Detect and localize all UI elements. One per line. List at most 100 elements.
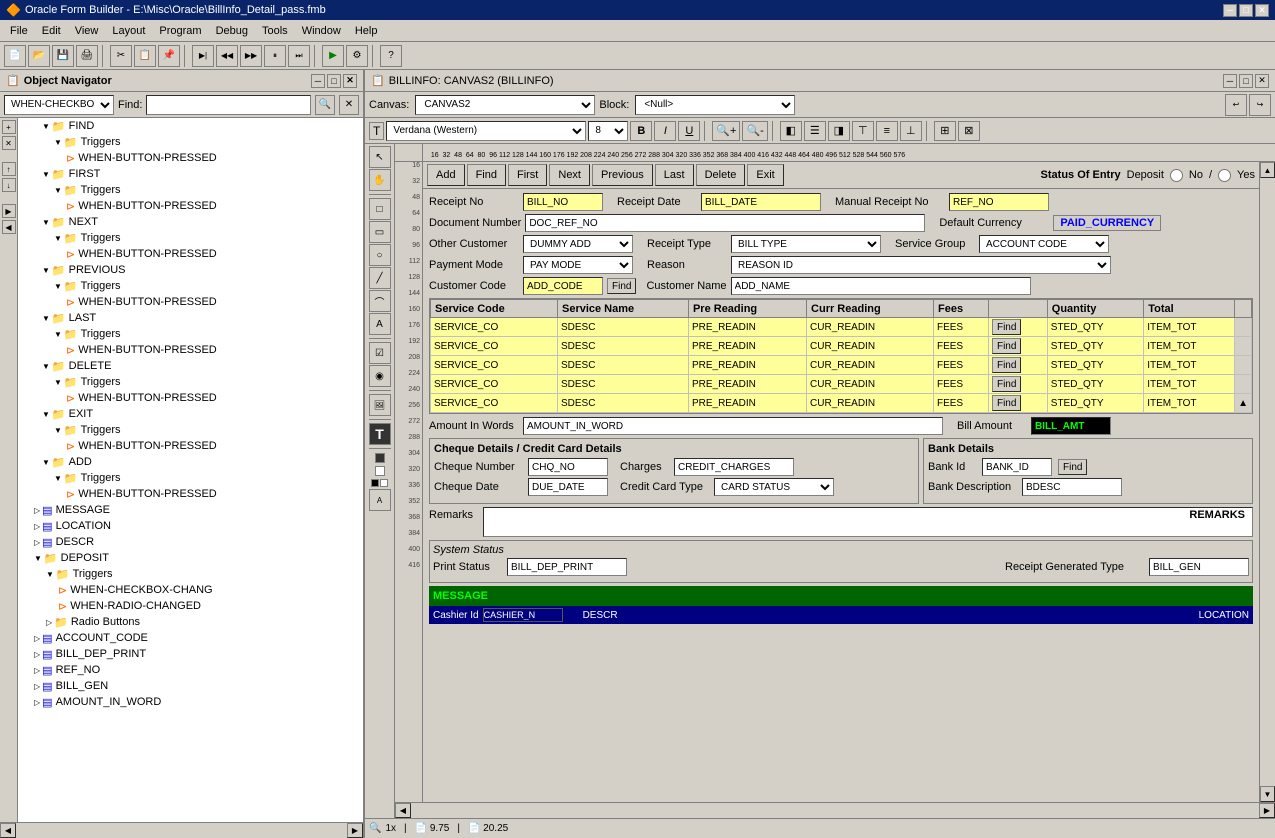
svc-name-4[interactable]: SDESC bbox=[557, 375, 688, 394]
tree-item-deposit[interactable]: ▼ 📁 DEPOSIT bbox=[18, 550, 363, 566]
fees-4[interactable]: FEES bbox=[933, 375, 988, 394]
svc-code-3[interactable]: SERVICE_CO bbox=[431, 356, 558, 375]
amount-in-words-field[interactable] bbox=[523, 417, 943, 435]
color-tool-2[interactable] bbox=[375, 466, 385, 476]
canvas-select[interactable]: CANVAS2 bbox=[415, 95, 595, 115]
svc-code-1[interactable]: SERVICE_CO bbox=[431, 318, 558, 337]
line-tool[interactable]: ╱ bbox=[369, 267, 391, 289]
hscroll-track[interactable] bbox=[16, 823, 347, 838]
tree-item-amount-in-word[interactable]: ▷ ▤ AMOUNT_IN_WORD bbox=[18, 694, 363, 710]
check-tool[interactable]: ☑ bbox=[369, 342, 391, 364]
qty-3[interactable]: STED_QTY bbox=[1047, 356, 1143, 375]
fees-find-3[interactable]: Find bbox=[988, 356, 1047, 375]
font-select[interactable]: Verdana (Western) bbox=[386, 121, 586, 141]
qty-1[interactable]: STED_QTY bbox=[1047, 318, 1143, 337]
tree-item-bill-dep-print[interactable]: ▷ ▤ BILL_DEP_PRINT bbox=[18, 646, 363, 662]
expand-icon[interactable]: ▼ bbox=[42, 410, 50, 419]
total-1[interactable]: ITEM_TOT bbox=[1144, 318, 1235, 337]
tree-item-previous[interactable]: ▼ 📁 PREVIOUS bbox=[18, 262, 363, 278]
tree-item-bill-gen[interactable]: ▷ ▤ BILL_GEN bbox=[18, 678, 363, 694]
search-input[interactable] bbox=[146, 95, 311, 115]
tree-item-ref-no[interactable]: ▷ ▤ REF_NO bbox=[18, 662, 363, 678]
expand-icon[interactable]: ▼ bbox=[42, 266, 50, 275]
tree-item-when-btn-1[interactable]: ⊳ WHEN-BUTTON-PRESSED bbox=[18, 150, 363, 166]
underline-button[interactable]: U bbox=[678, 121, 700, 141]
compile-button[interactable]: ⚙ bbox=[346, 45, 368, 67]
color-tool-1[interactable] bbox=[375, 453, 385, 463]
expand-icon[interactable]: ▷ bbox=[46, 618, 52, 627]
svc-name-3[interactable]: SDESC bbox=[557, 356, 688, 375]
last-button[interactable]: Last bbox=[655, 164, 694, 186]
tb-btn-3[interactable]: ▶▶ bbox=[240, 45, 262, 67]
tree-item-message[interactable]: ▷ ▤ MESSAGE bbox=[18, 502, 363, 518]
hand-tool[interactable]: ✋ bbox=[369, 169, 391, 191]
grid-row-4[interactable]: SERVICE_CO SDESC PRE_READIN CUR_READIN F… bbox=[431, 375, 1252, 394]
find-button[interactable]: Find bbox=[467, 164, 506, 186]
search-clear-button[interactable]: ✕ bbox=[339, 95, 359, 115]
tree-item-when-radio[interactable]: ⊳ WHEN-RADIO-CHANGED bbox=[18, 598, 363, 614]
expand-icon[interactable]: ▼ bbox=[34, 554, 42, 563]
expand-icon[interactable]: ▼ bbox=[42, 362, 50, 371]
tree-item-when-btn-3[interactable]: ⊳ WHEN-BUTTON-PRESSED bbox=[18, 246, 363, 262]
tree-item-triggers-6[interactable]: ▼ 📁 Triggers bbox=[18, 374, 363, 390]
expand-icon[interactable]: ▼ bbox=[54, 330, 62, 339]
nav-minimize[interactable]: ─ bbox=[311, 74, 325, 88]
bill-amount-field[interactable] bbox=[1031, 417, 1111, 435]
close-button[interactable]: ✕ bbox=[1255, 4, 1269, 17]
canvas-close[interactable]: ✕ bbox=[1255, 74, 1269, 88]
vert-scrollbar[interactable]: ▲ ▼ bbox=[1259, 162, 1275, 802]
svc-code-5[interactable]: SERVICE_CO bbox=[431, 394, 558, 413]
receipt-type-select[interactable]: BILL TYPE bbox=[731, 235, 881, 253]
fees-find-4[interactable]: Find bbox=[988, 375, 1047, 394]
align-bottom-button[interactable]: ⊥ bbox=[900, 121, 922, 141]
receipt-no-field[interactable] bbox=[523, 193, 603, 211]
align-left-button[interactable]: ◧ bbox=[780, 121, 802, 141]
expand-icon[interactable]: ▷ bbox=[34, 682, 40, 691]
bold-button[interactable]: B bbox=[630, 121, 652, 141]
nav-up-button[interactable]: ↑ bbox=[2, 162, 16, 176]
menu-view[interactable]: View bbox=[69, 23, 105, 39]
expand-icon[interactable]: ▷ bbox=[34, 634, 40, 643]
restore-button[interactable]: □ bbox=[1239, 4, 1253, 17]
previous-button[interactable]: Previous bbox=[592, 164, 653, 186]
canvas-hscroll-left[interactable]: ◀ bbox=[395, 803, 411, 818]
manual-receipt-field[interactable] bbox=[949, 193, 1049, 211]
search-combo[interactable]: WHEN-CHECKBO: bbox=[4, 95, 114, 115]
fees-1[interactable]: FEES bbox=[933, 318, 988, 337]
first-button[interactable]: First bbox=[508, 164, 547, 186]
expand-icon[interactable]: ▷ bbox=[34, 698, 40, 707]
service-group-select[interactable]: ACCOUNT CODE bbox=[979, 235, 1109, 253]
other-customer-select[interactable]: DUMMY ADD bbox=[523, 235, 633, 253]
credit-card-type-select[interactable]: CARD STATUS bbox=[714, 478, 834, 496]
fees-3[interactable]: FEES bbox=[933, 356, 988, 375]
tb-btn-2[interactable]: ◀◀ bbox=[216, 45, 238, 67]
bank-desc-field[interactable] bbox=[1022, 478, 1122, 496]
canvas-hscroll-track[interactable] bbox=[411, 803, 1259, 818]
rounded-rect-tool[interactable]: ▭ bbox=[369, 221, 391, 243]
arc-tool[interactable]: ⌒ bbox=[369, 290, 391, 312]
block-select[interactable]: <Null> bbox=[635, 95, 795, 115]
deposit-radio-no[interactable] bbox=[1170, 169, 1183, 182]
pre-read-2[interactable]: PRE_READIN bbox=[688, 337, 806, 356]
qty-2[interactable]: STED_QTY bbox=[1047, 337, 1143, 356]
search-go-button[interactable]: 🔍 bbox=[315, 95, 335, 115]
tree-item-triggers-1[interactable]: ▼ 📁 Triggers bbox=[18, 134, 363, 150]
tree-item-radio-buttons[interactable]: ▷ 📁 Radio Buttons bbox=[18, 614, 363, 630]
fees-2[interactable]: FEES bbox=[933, 337, 988, 356]
expand-icon[interactable]: ▼ bbox=[54, 474, 62, 483]
bank-id-field[interactable] bbox=[982, 458, 1052, 476]
tree-item-triggers-5[interactable]: ▼ 📁 Triggers bbox=[18, 326, 363, 342]
expand-icon[interactable]: ▷ bbox=[34, 522, 40, 531]
text-tool[interactable]: A bbox=[369, 313, 391, 335]
total-5[interactable]: ITEM_TOT bbox=[1144, 394, 1235, 413]
zoom-out-button[interactable]: 🔍- bbox=[742, 121, 767, 141]
expand-icon[interactable]: ▼ bbox=[54, 234, 62, 243]
menu-program[interactable]: Program bbox=[153, 23, 207, 39]
nav-down-button[interactable]: ↓ bbox=[2, 178, 16, 192]
menu-file[interactable]: File bbox=[4, 23, 34, 39]
customer-code-field[interactable] bbox=[523, 277, 603, 295]
nav-horiz-scrollbar[interactable]: ◀ ▶ bbox=[0, 822, 363, 838]
tree-item-when-btn-4[interactable]: ⊳ WHEN-BUTTON-PRESSED bbox=[18, 294, 363, 310]
italic-button[interactable]: I bbox=[654, 121, 676, 141]
expand-icon[interactable]: ▼ bbox=[54, 378, 62, 387]
